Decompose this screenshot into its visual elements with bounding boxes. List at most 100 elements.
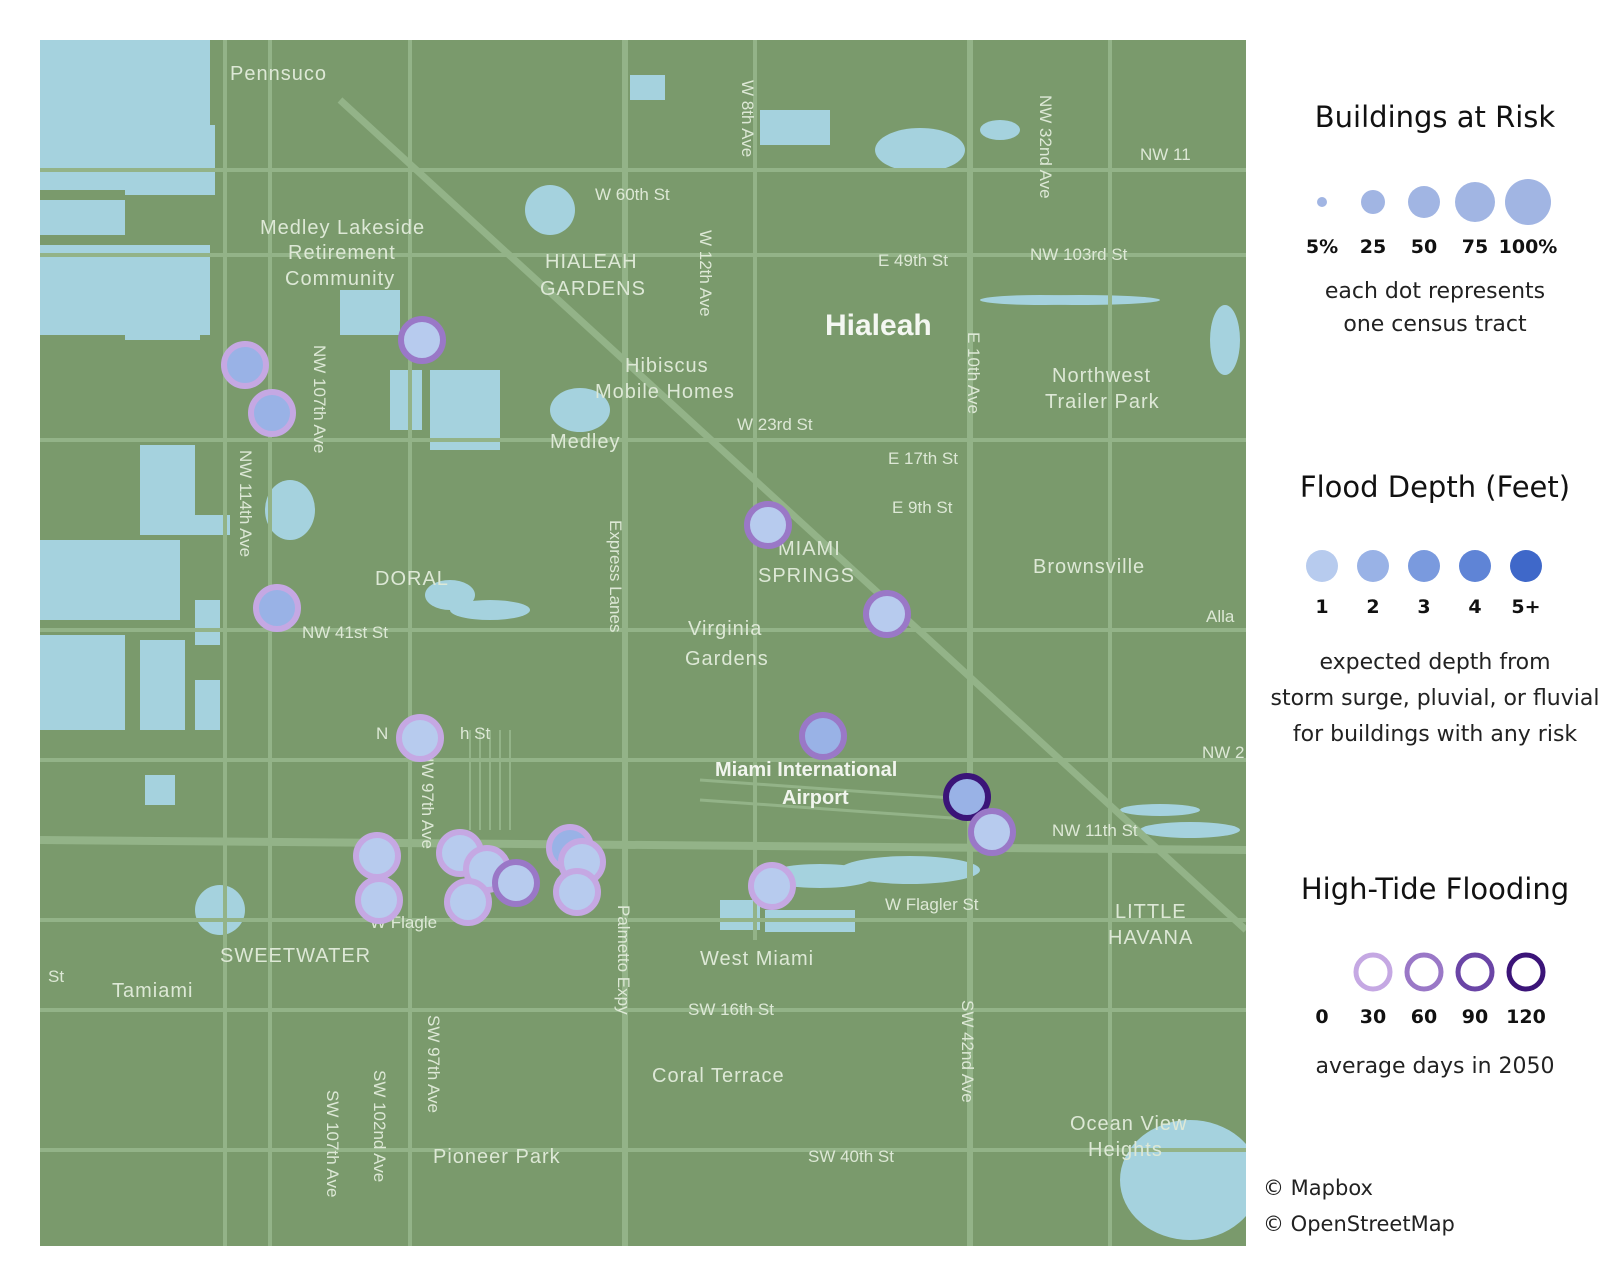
legend-depth: Flood Depth (Feet) [1250,470,1620,504]
tract-marker[interactable] [355,876,403,924]
road-label: NW 41st St [302,623,388,642]
road-label: W 8th Ave [738,80,757,157]
road-label: NW 11th St [1052,821,1138,840]
tract-marker[interactable] [553,868,601,916]
place-label: MIAMI [778,538,841,560]
legend-symbol-label: 25 [1359,236,1387,258]
road-label: W 60th St [595,185,670,204]
legend-depth-note-line3: for buildings with any risk [1292,722,1578,747]
place-label: HIALEAH [545,251,638,273]
place-label: Northwest [1052,365,1151,387]
road-label: NW 32nd Ave [1036,95,1055,199]
road-label: SW 40th St [808,1147,894,1166]
road-label: W 12th Ave [696,230,715,317]
map-land [40,40,1246,1246]
place-label: HAVANA [1108,927,1193,949]
road-label: NW 97th Ave [418,750,437,849]
legend-symbol [1506,952,1546,992]
legend-symbol-svg [1305,952,1546,992]
legend-symbol-label: 60 [1410,1006,1438,1028]
map[interactable]: Pennsuco Medley Lakeside Retirement Comm… [40,40,1246,1246]
place-label: Hibiscus [625,355,709,377]
legend-symbol [1510,550,1542,582]
legend-symbol-label: 90 [1461,1006,1489,1028]
legend-symbol-label: 100% [1498,236,1558,258]
legend-tide-symbols: 0 30 60 90 120 [1250,940,1620,1028]
road-label: E 17th St [888,449,958,468]
road-label: St [48,967,64,986]
legend-depth-note-line2: storm surge, pluvial, or fluvial [1270,686,1600,711]
place-label: Hialeah [825,309,932,342]
legend-depth-symbols: 1 2 3 4 5+ [1250,540,1620,620]
legend-symbol-label: 2 [1366,596,1380,618]
legend-symbol [1408,186,1440,218]
place-label: Miami International [715,759,897,781]
tract-marker[interactable] [863,590,911,638]
road-label: E 9th St [892,498,953,517]
legend-symbol-label: 75 [1461,236,1489,258]
legend-depth-title: Flood Depth (Feet) [1299,470,1571,504]
legend-risk-symbols: 5% 25 50 75 100% [1250,170,1620,260]
place-label: Coral Terrace [652,1065,785,1087]
road-label: h St [460,724,491,743]
road-label: SW 97th Ave [424,1015,443,1113]
road-label: N [376,724,388,743]
map-canvas[interactable]: Pennsuco Medley Lakeside Retirement Comm… [40,40,1246,1246]
tract-marker[interactable] [221,341,269,389]
legend-symbol-label: 50 [1410,236,1438,258]
legend-risk: Buildings at Risk [1250,100,1620,134]
tract-marker[interactable] [353,832,401,880]
legend-risk-note: each dot represents one census tract [1250,275,1620,341]
legend-symbol [1361,190,1385,214]
legend-symbol-svg [1306,550,1542,582]
legend-symbol [1357,550,1389,582]
tract-marker[interactable] [744,501,792,549]
place-label: Mobile Homes [595,381,735,403]
road-label: Alla [1206,607,1235,626]
road-label: NW 103rd St [1030,245,1128,264]
legend-symbol-svg [1317,179,1551,225]
tract-marker[interactable] [444,878,492,926]
road-label: W 23rd St [737,415,813,434]
legend-risk-title: Buildings at Risk [1314,100,1556,134]
place-label: SWEETWATER [220,945,371,967]
place-label: Community [285,268,395,290]
legend-tide-note-line: average days in 2050 [1315,1054,1555,1079]
legend-symbol [1408,550,1440,582]
place-label: Gardens [685,648,769,670]
osm-credit[interactable]: © OpenStreetMap [1263,1212,1455,1236]
tract-marker[interactable] [799,712,847,760]
tract-marker[interactable] [396,714,444,762]
place-label: DORAL [375,568,449,590]
road-label: E 10th Ave [964,332,983,414]
legend-symbol [1455,182,1495,222]
place-label: LITTLE [1115,901,1187,923]
place-label: Medley [550,431,620,453]
road-label: NW 107th Ave [310,345,329,453]
tract-marker[interactable] [492,859,540,907]
place-label: Tamiami [112,980,193,1002]
mapbox-credit[interactable]: © Mapbox [1263,1176,1373,1200]
road-label: W Flagler St [885,895,979,914]
legend-symbol [1455,952,1495,992]
road-label: SW 16th St [688,1000,774,1019]
road-label: NW 114th Ave [236,450,255,557]
legend-depth-note-line1: expected depth from [1319,650,1551,675]
place-label: Brownsville [1033,556,1145,578]
road-label: SW 42nd Ave [958,1000,977,1103]
legend-risk-note-line2: one census tract [1343,312,1527,337]
tract-marker[interactable] [253,584,301,632]
tract-marker[interactable] [398,316,446,364]
road-label: E 49th St [878,251,948,270]
legend-depth-note: expected depth from storm surge, pluvial… [1250,645,1620,753]
legend-symbol-label: 3 [1417,596,1431,618]
tract-marker[interactable] [968,808,1016,856]
legend-tide-title: High-Tide Flooding [1300,872,1570,906]
tract-marker[interactable] [248,389,296,437]
tract-marker[interactable] [748,862,796,910]
place-label: Heights [1088,1139,1163,1161]
place-label: Trailer Park [1045,391,1160,413]
place-label: Retirement [288,242,396,264]
legend-symbol-label: 0 [1315,1006,1329,1028]
legend-symbol-label: 5% [1305,236,1339,258]
